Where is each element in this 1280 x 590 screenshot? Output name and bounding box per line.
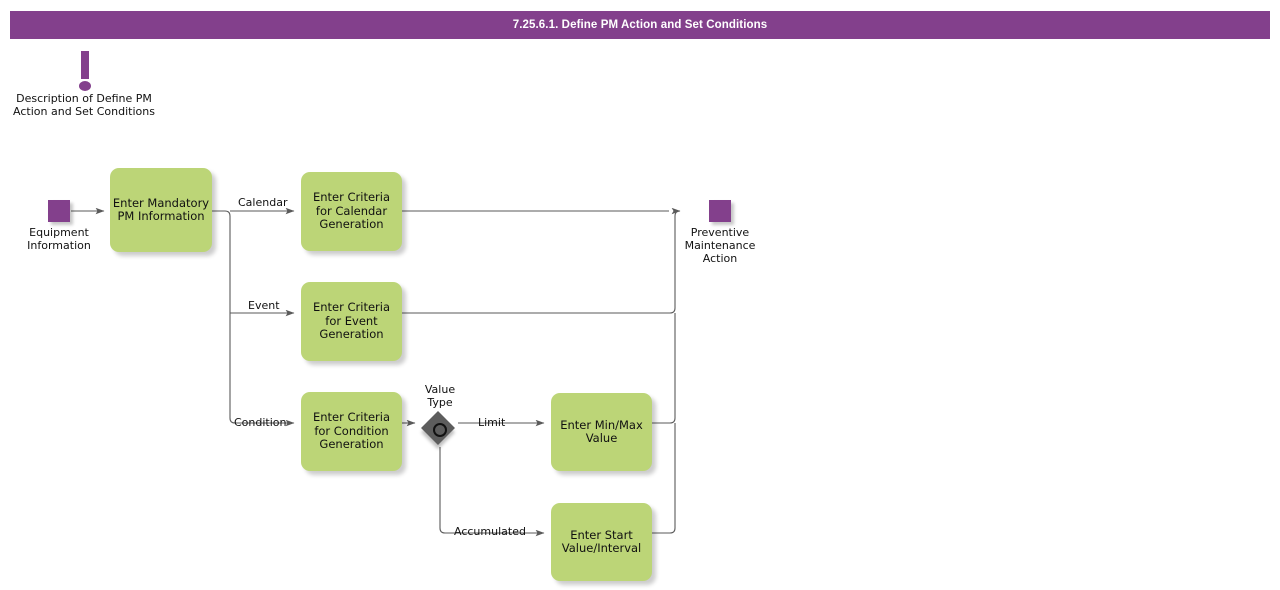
flow-label-event: Event <box>248 299 280 312</box>
task-label: Enter Criteria for Event Generation <box>313 301 390 342</box>
task-enter-start-value-interval[interactable]: Enter Start Value/Interval <box>551 503 652 581</box>
flow-event-to-merge <box>402 211 680 313</box>
flow-minmax-to-merge <box>652 313 675 423</box>
task-label: Enter Criteria for Calendar Generation <box>313 191 390 232</box>
start-event-equipment-information[interactable]: Equipment Information <box>48 200 70 222</box>
task-enter-mandatory-pm-information[interactable]: Enter Mandatory PM Information <box>110 168 212 252</box>
flow-startvalue-to-merge <box>652 423 675 533</box>
page-title-bar: 7.25.6.1. Define PM Action and Set Condi… <box>10 11 1270 39</box>
task-enter-criteria-for-event-generation[interactable]: Enter Criteria for Event Generation <box>301 282 402 361</box>
annotation-text: Description of Define PM Action and Set … <box>8 92 160 118</box>
task-enter-min-max-value[interactable]: Enter Min/Max Value <box>551 393 652 471</box>
flow-label-limit: Limit <box>478 416 505 429</box>
start-event-marker <box>48 200 70 222</box>
task-enter-criteria-for-condition-generation[interactable]: Enter Criteria for Condition Generation <box>301 392 402 471</box>
task-label: Enter Min/Max Value <box>560 419 643 446</box>
start-event-label: Equipment Information <box>0 226 124 252</box>
task-label: Enter Criteria for Condition Generation <box>313 411 390 452</box>
end-event-marker <box>709 200 731 222</box>
task-label: Enter Start Value/Interval <box>562 529 642 556</box>
end-event-label: Preventive Maintenance Action <box>655 226 785 265</box>
gateway-value-type[interactable]: Value Type <box>423 413 457 447</box>
gateway-event-ring-icon <box>433 423 447 437</box>
end-event-preventive-maintenance-action[interactable]: Preventive Maintenance Action <box>709 200 731 222</box>
exclamation-icon <box>8 48 160 92</box>
task-enter-criteria-for-calendar-generation[interactable]: Enter Criteria for Calendar Generation <box>301 172 402 251</box>
flow-label-calendar: Calendar <box>238 196 287 209</box>
flow-label-condition: Condition <box>234 416 287 429</box>
exclamation-bar <box>81 51 89 79</box>
connector-layer <box>0 0 1280 590</box>
flow-label-accumulated: Accumulated <box>454 525 526 538</box>
flow-mandatory-to-split <box>212 211 294 423</box>
gateway-label: Value Type <box>390 383 490 409</box>
annotation-description: Description of Define PM Action and Set … <box>8 48 160 118</box>
flow-gateway-accumulated <box>440 447 544 533</box>
task-label: Enter Mandatory PM Information <box>113 197 209 224</box>
exclamation-dot <box>79 81 91 91</box>
page-title: 7.25.6.1. Define PM Action and Set Condi… <box>513 19 768 31</box>
